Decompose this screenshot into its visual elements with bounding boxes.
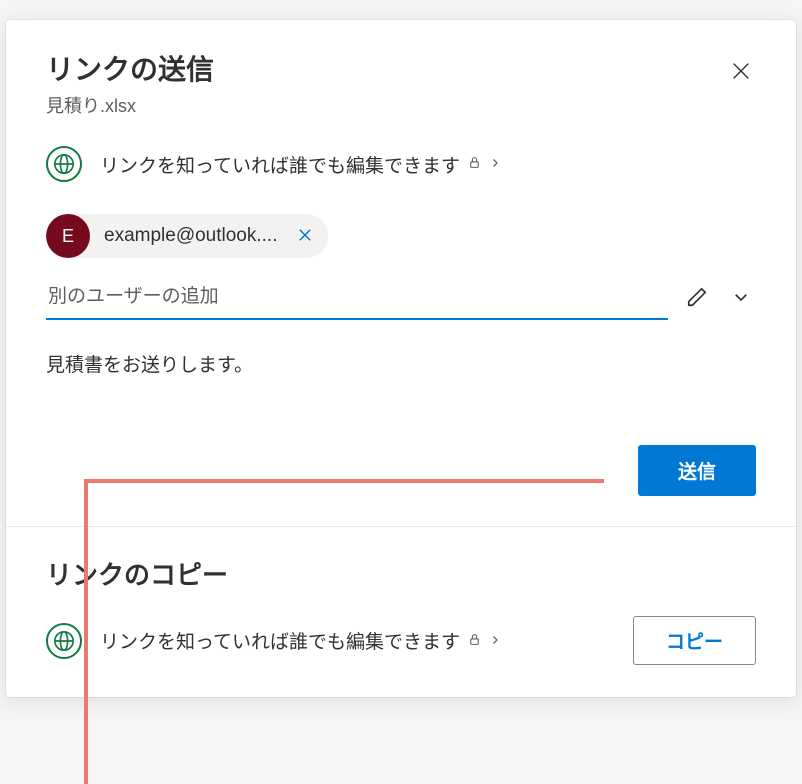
chevron-right-icon — [489, 630, 501, 652]
expand-button[interactable] — [726, 282, 756, 315]
title-row: リンクの送信 見積り.xlsx — [46, 48, 756, 118]
add-user-row — [46, 276, 756, 320]
recipient-chip[interactable]: E example@outlook.... — [46, 214, 328, 258]
close-button[interactable] — [726, 56, 756, 91]
link-setting-label: リンクを知っていれば誰でも編集できます — [100, 151, 460, 178]
message-textarea[interactable] — [46, 350, 756, 410]
send-button[interactable]: 送信 — [638, 445, 756, 496]
recipient-email: example@outlook.... — [90, 225, 292, 247]
remove-recipient-button[interactable] — [292, 226, 328, 247]
copy-section-title: リンクのコピー — [46, 555, 756, 592]
title-text: リンクの送信 — [46, 48, 214, 88]
pencil-icon — [686, 286, 708, 311]
copy-link-setting-text-group: リンクを知っていれば誰でも編集できます — [100, 627, 501, 654]
copy-row: リンクを知っていれば誰でも編集できます コピー — [46, 616, 756, 665]
edit-button[interactable] — [680, 280, 714, 317]
header-section: リンクの送信 見積り.xlsx — [6, 20, 796, 415]
copy-link-settings[interactable]: リンクを知っていれば誰でも編集できます — [46, 623, 501, 659]
chevron-right-icon — [489, 153, 501, 175]
copy-link-section: リンクのコピー リンクを知っていれば誰でも編集できます — [6, 527, 796, 697]
copy-button[interactable]: コピー — [633, 616, 756, 665]
lock-icon — [468, 153, 481, 175]
send-row: 送信 — [6, 415, 796, 526]
lock-icon — [468, 630, 481, 652]
recipients-row: E example@outlook.... — [46, 214, 756, 258]
avatar: E — [46, 214, 90, 258]
add-user-input[interactable] — [46, 276, 668, 320]
dialog-title: リンクの送信 見積り.xlsx — [46, 48, 214, 118]
share-dialog: リンクの送信 見積り.xlsx — [6, 20, 796, 697]
globe-icon — [46, 146, 82, 182]
globe-icon — [46, 623, 82, 659]
close-icon — [730, 61, 752, 88]
link-setting-text-group: リンクを知っていれば誰でも編集できます — [100, 151, 501, 178]
remove-icon — [296, 226, 314, 247]
copy-link-setting-label: リンクを知っていれば誰でも編集できます — [100, 627, 460, 654]
link-settings-row[interactable]: リンクを知っていれば誰でも編集できます — [46, 142, 756, 186]
file-name: 見積り.xlsx — [46, 92, 214, 118]
chevron-down-icon — [732, 288, 750, 309]
